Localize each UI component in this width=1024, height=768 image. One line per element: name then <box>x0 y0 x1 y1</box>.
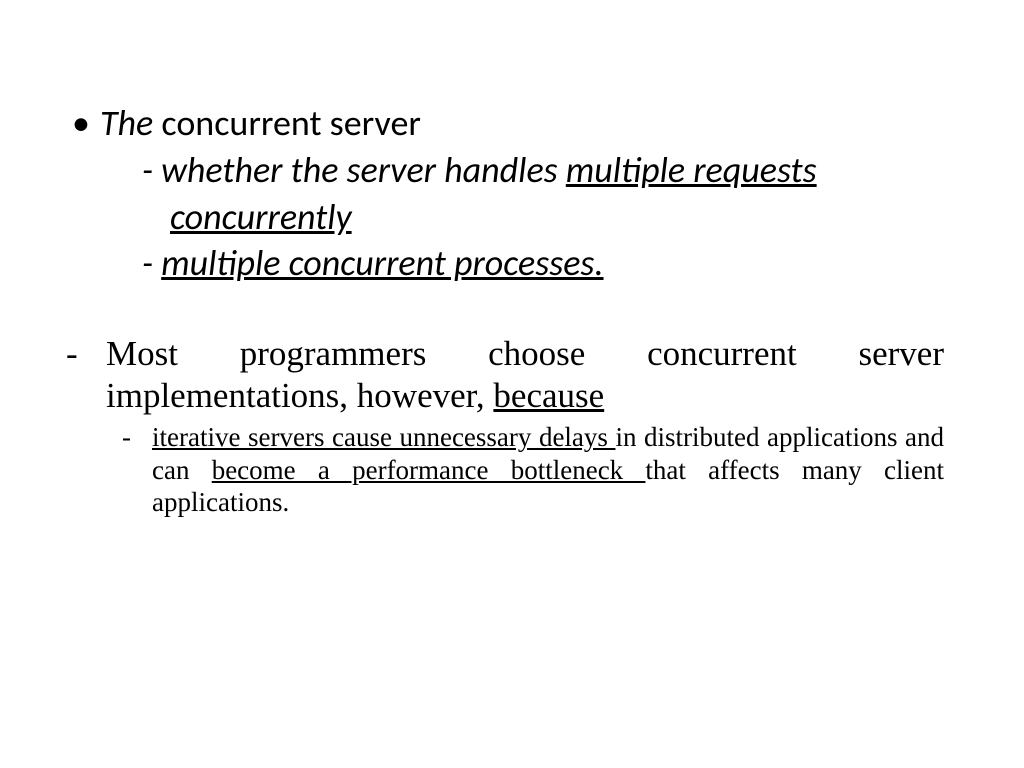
dash-text: Most programmers choose concurrent serve… <box>106 333 964 417</box>
slide-body: • The concurrent server - whether the se… <box>0 0 1024 768</box>
sub1-underlined: multiple requests <box>566 148 817 192</box>
lead-italic: The <box>100 101 153 145</box>
dash-marker: - <box>60 333 106 375</box>
dash-sub-text: iterative servers cause unnecessary dela… <box>152 421 964 518</box>
bullet-text: The concurrent server <box>100 100 964 147</box>
sub2-prefix: - <box>142 241 161 285</box>
dash-sub-item-1: - iterative servers cause unnecessary de… <box>60 421 964 518</box>
bullet-item-1: • The concurrent server <box>60 100 964 147</box>
dash-sub-marker: - <box>122 421 152 453</box>
sub-bullet-1-cont: concurrently <box>60 194 964 241</box>
sub-bullet-1: - whether the server handles multiple re… <box>60 147 964 194</box>
sub2-underlined: multiple concurrent processes. <box>161 241 603 285</box>
p2-sub-u2: become a performance bottleneck <box>212 455 646 485</box>
p2-sub-u1: iterative servers cause unnecessary dela… <box>152 422 615 452</box>
lead-rest: concurrent server <box>153 101 421 145</box>
sub-bullet-2: - multiple concurrent processes. <box>60 240 964 287</box>
dash-item-1: - Most programmers choose concurrent ser… <box>60 333 964 417</box>
bullet-marker: • <box>60 100 100 147</box>
p2-u1: because <box>493 376 604 415</box>
sub1-prefix: - <box>142 148 161 192</box>
sub1-plain: whether the server handles <box>161 148 566 192</box>
spacer <box>60 287 964 333</box>
sub1b-underlined: concurrently <box>170 195 352 239</box>
